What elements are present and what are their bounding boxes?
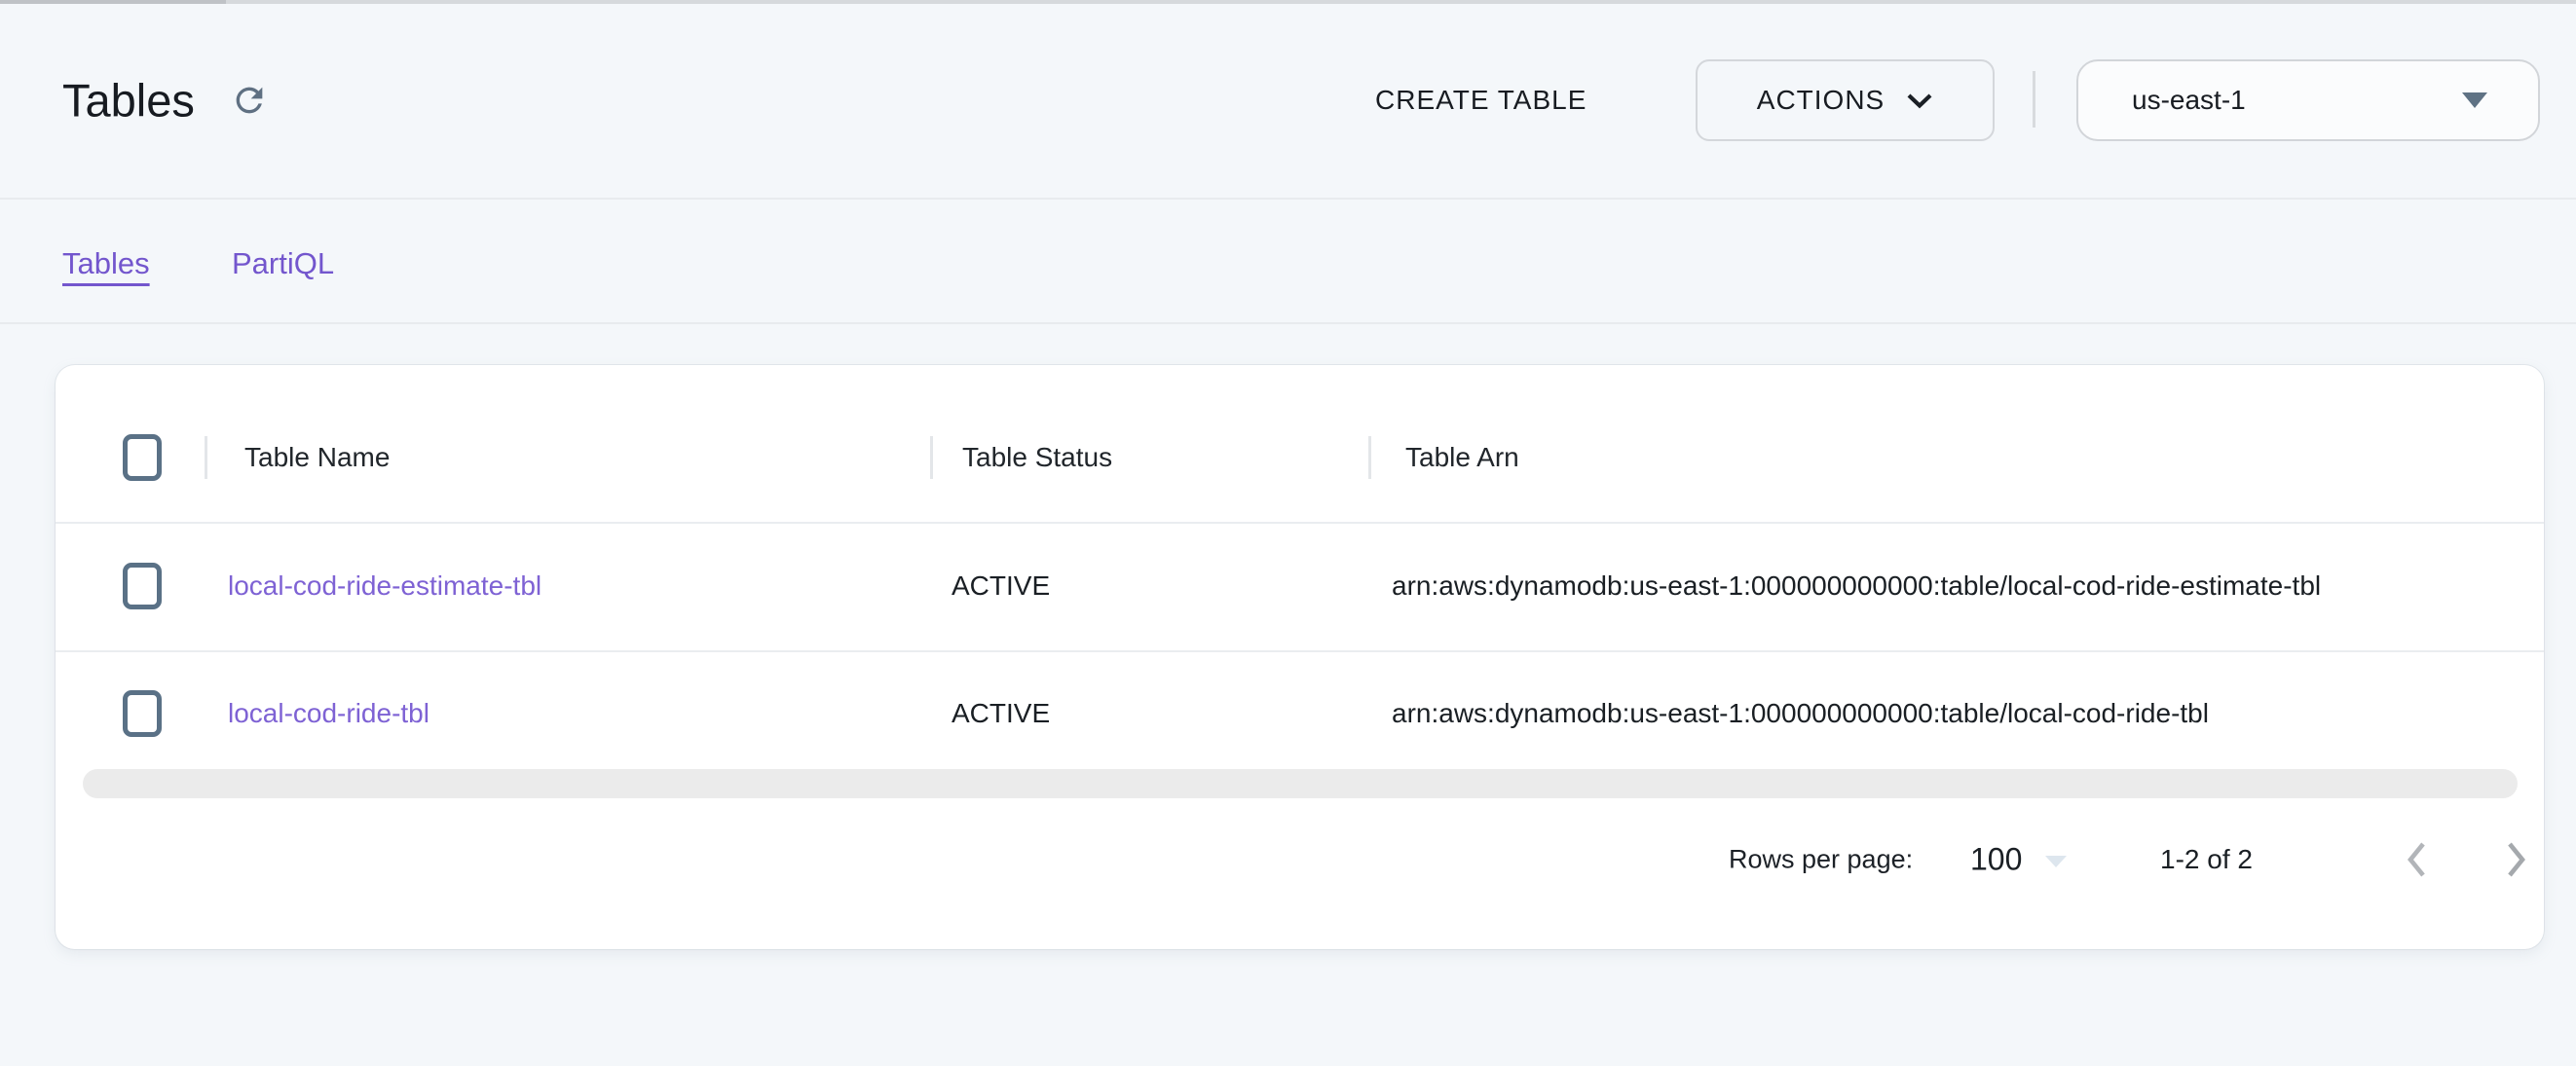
column-header-table-name[interactable]: Table Name <box>244 442 390 473</box>
pagination-range: 1-2 of 2 <box>2160 844 2253 875</box>
chevron-left-icon <box>2404 838 2429 881</box>
header-bottom-rule <box>0 198 2576 200</box>
header-divider <box>2033 71 2035 128</box>
rows-per-page-label: Rows per page: <box>1729 845 1913 875</box>
refresh-icon <box>230 81 269 120</box>
table-arn-cell: arn:aws:dynamodb:us-east-1:000000000000:… <box>1392 698 2209 729</box>
actions-button-label: ACTIONS <box>1757 85 1885 116</box>
column-separator <box>930 436 933 479</box>
region-select-value: us-east-1 <box>2132 85 2246 116</box>
column-header-table-arn[interactable]: Table Arn <box>1405 442 1519 473</box>
create-table-button[interactable]: CREATE TABLE <box>1375 85 1587 116</box>
chevron-right-icon <box>2504 838 2529 881</box>
table-status-cell: ACTIVE <box>952 698 1050 729</box>
table-name-link[interactable]: local-cod-ride-estimate-tbl <box>228 570 541 602</box>
column-separator <box>205 436 207 479</box>
actions-button[interactable]: ACTIONS <box>1696 59 1995 141</box>
next-page-button[interactable] <box>2504 838 2529 881</box>
rows-per-page-arrow-icon[interactable] <box>2045 856 2067 867</box>
tables-card: Table Name Table Status Table Arn local-… <box>56 365 2544 949</box>
table-arn-cell: arn:aws:dynamodb:us-east-1:000000000000:… <box>1392 570 2321 602</box>
horizontal-scrollbar[interactable] <box>83 769 2518 798</box>
top-scrollbar-track <box>0 0 2576 4</box>
column-separator <box>1368 436 1371 479</box>
table-name-link[interactable]: local-cod-ride-tbl <box>228 698 429 729</box>
region-select[interactable]: us-east-1 <box>2076 59 2540 141</box>
row-divider <box>56 650 2544 652</box>
row-divider <box>56 522 2544 524</box>
chevron-down-icon <box>1906 92 1933 109</box>
select-all-checkbox[interactable] <box>123 434 162 481</box>
tab-tables[interactable]: Tables <box>62 246 150 281</box>
previous-page-button[interactable] <box>2404 838 2429 881</box>
top-scrollbar-thumb[interactable] <box>0 0 226 4</box>
tabbar-bottom-rule <box>0 322 2576 324</box>
row-checkbox[interactable] <box>123 690 162 737</box>
dropdown-arrow-icon <box>2462 92 2487 108</box>
tab-partiql[interactable]: PartiQL <box>232 246 334 281</box>
table-status-cell: ACTIVE <box>952 570 1050 602</box>
column-header-table-status[interactable]: Table Status <box>962 442 1112 473</box>
page-title: Tables <box>62 74 195 128</box>
rows-per-page-select[interactable]: 100 <box>1970 842 2022 878</box>
refresh-button[interactable] <box>230 81 269 120</box>
row-checkbox[interactable] <box>123 563 162 609</box>
